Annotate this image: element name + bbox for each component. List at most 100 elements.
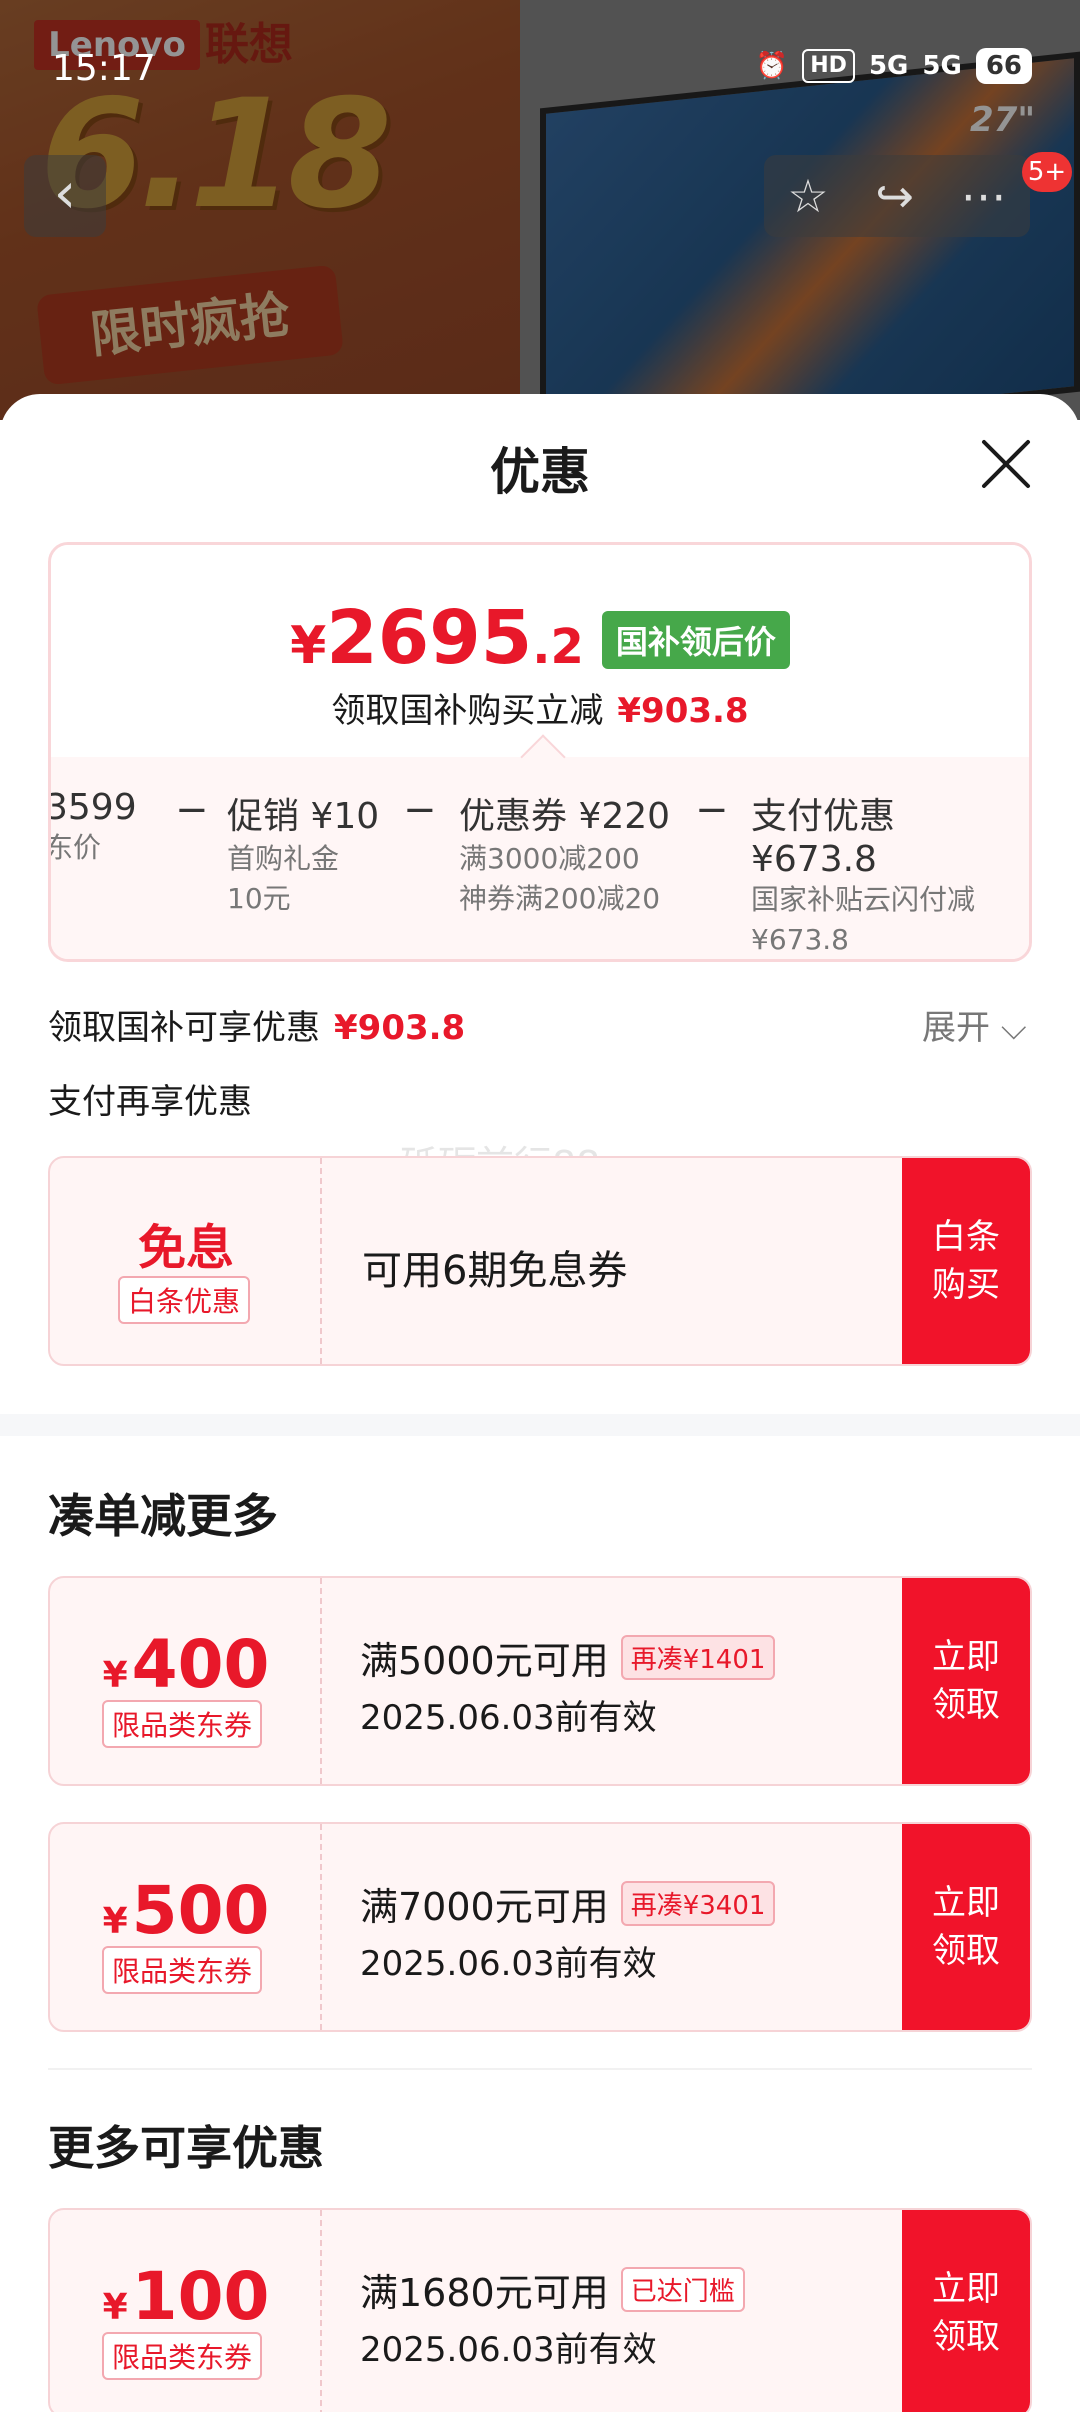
- breakdown-original: 3599 东价: [48, 787, 137, 868]
- condition-text: 满1680元可用: [360, 2271, 609, 2315]
- coupon-card: ¥ 400 限品类东券 满5000元可用 再凑¥1401 2025.06.03前…: [48, 1576, 1032, 1786]
- baitiao-buy-button[interactable]: 白条 购买: [902, 1158, 1030, 1364]
- gov-subsidy-row: 领取国补可享优惠 ¥903.8: [48, 1000, 465, 1049]
- message-badge: 5+: [1022, 152, 1072, 192]
- free-text: 可用6期免息券: [362, 1248, 628, 1294]
- breakdown-coupon: 优惠券 ¥220 满3000减200 神券满200减20: [459, 787, 670, 919]
- breakdown-promo: 促销 ¥10 首购礼金 10元: [227, 787, 379, 919]
- breakdown-main: 促销 ¥10: [227, 796, 380, 837]
- status-bar: 15:17 ⏰ HD 5G 5G 66: [0, 40, 1080, 100]
- gov-row-amount: ¥903.8: [334, 1008, 466, 1048]
- coupon-left: ¥ 500 限品类东券: [50, 1824, 322, 2030]
- coupon-tag: 限品类东券: [102, 1946, 263, 1994]
- threshold-reached-tag: 已达门槛: [620, 2267, 745, 2312]
- status-icons: ⏰ HD 5G 5G 66: [756, 48, 1032, 84]
- sheet-title: 优惠: [490, 443, 590, 501]
- expand-label: 展开: [922, 1008, 990, 1048]
- gov-row-label: 领取国补可享优惠: [48, 1008, 320, 1048]
- hd-icon: HD: [802, 49, 855, 83]
- battery-icon: 66: [975, 48, 1032, 84]
- breakdown-main: 优惠券 ¥220: [459, 796, 671, 837]
- coupon-condition: 满1680元可用 已达门槛: [360, 2262, 745, 2317]
- claim-button[interactable]: 立即 领取: [902, 2210, 1030, 2412]
- pay-row-label: 支付再享优惠: [48, 1082, 252, 1122]
- currency-symbol: ¥: [102, 1655, 128, 1696]
- coupon-card: ¥ 100 限品类东券 满1680元可用 已达门槛 2025.06.03前有效 …: [48, 2208, 1032, 2412]
- subtitle-amount: ¥903.8: [617, 691, 749, 731]
- breakdown-note: 神券满200减20: [459, 882, 661, 915]
- section-title-extra: 更多可享优惠: [48, 2121, 324, 2175]
- breakdown-main: 3599: [48, 787, 137, 828]
- subtitle-text: 领取国补购买立减: [331, 691, 604, 731]
- back-button[interactable]: ‹: [24, 155, 106, 237]
- close-icon[interactable]: [978, 436, 1034, 492]
- price-card: ¥ 2695 .2 国补领后价 领取国补购买立减 ¥903.8 3599 东价 −…: [48, 542, 1032, 962]
- breakdown-main: 支付优惠 ¥673.8: [751, 796, 896, 880]
- section-divider: [0, 1414, 1080, 1436]
- coupon-tag: 限品类东券: [102, 2332, 263, 2380]
- breakdown-note: ¥673.8: [751, 923, 849, 956]
- signal-icon: 5G: [868, 51, 909, 81]
- coupon-condition: 满7000元可用 再凑¥3401: [360, 1876, 776, 1931]
- button-label: 立即 领取: [932, 1883, 1000, 1971]
- currency-symbol: ¥: [102, 2287, 128, 2328]
- breakdown-note: 东价: [48, 831, 102, 864]
- button-label: 白条 购买: [932, 1217, 1000, 1305]
- section-title-more: 凑单减更多: [48, 1489, 278, 1543]
- coupon-validity: 2025.06.03前有效: [360, 2330, 657, 2370]
- price-breakdown: 3599 东价 − 促销 ¥10 首购礼金 10元 − 优惠券 ¥220 满30…: [48, 757, 1029, 959]
- coupon-validity: 2025.06.03前有效: [360, 1698, 657, 1738]
- status-time: 15:17: [52, 48, 156, 89]
- coupon-condition: 满5000元可用 再凑¥1401: [360, 1630, 776, 1685]
- breakdown-note: 满3000减200: [459, 842, 640, 875]
- price-subtitle: 领取国补购买立减 ¥903.8: [51, 683, 1029, 732]
- star-icon[interactable]: ☆: [787, 169, 828, 223]
- claim-button[interactable]: 立即 领取: [902, 1824, 1030, 2030]
- coupon-amount: ¥ 100: [50, 2258, 322, 2335]
- need-more-tag: 再凑¥3401: [620, 1881, 776, 1926]
- claim-button[interactable]: 立即 领取: [902, 1578, 1030, 1784]
- currency-symbol: ¥: [290, 616, 327, 676]
- need-more-tag: 再凑¥1401: [620, 1635, 776, 1680]
- coupon-tag: 白条优惠: [118, 1276, 251, 1324]
- price-decimal: .2: [532, 619, 584, 675]
- expand-button[interactable]: 展开 ⌵: [922, 1000, 1027, 1049]
- breakdown-note: 首购礼金: [227, 842, 340, 875]
- share-icon[interactable]: ↪: [875, 169, 914, 223]
- minus-sign: −: [175, 787, 209, 833]
- coupon-value: 400: [131, 1626, 270, 1703]
- breakdown-note: 10元: [227, 882, 291, 915]
- coupon-value: 500: [131, 1872, 270, 1949]
- chevron-down-icon: ⌵: [1000, 1008, 1027, 1048]
- coupon-left: ¥ 400 限品类东券: [50, 1578, 322, 1784]
- currency-symbol: ¥: [102, 1901, 128, 1942]
- coupon-amount: ¥ 400: [50, 1626, 322, 1703]
- minus-sign: −: [695, 787, 729, 833]
- breakdown-note: 国家补贴云闪付减: [751, 883, 976, 916]
- coupon-tag: 限品类东券: [102, 1700, 263, 1748]
- coupon-card: ¥ 500 限品类东券 满7000元可用 再凑¥3401 2025.06.03前…: [48, 1822, 1032, 2032]
- discount-sheet: 优惠 ¥ 2695 .2 国补领后价 领取国补购买立减 ¥903.8 3599 东…: [0, 394, 1080, 2412]
- final-price: ¥ 2695 .2: [290, 595, 584, 681]
- top-actions: ☆ ↪ ⋯: [764, 155, 1030, 237]
- button-label: 立即 领取: [932, 1637, 1000, 1725]
- interest-free-coupon: 免息 白条优惠 可用6期免息券 白条 购买: [48, 1156, 1032, 1366]
- button-label: 立即 领取: [932, 2269, 1000, 2357]
- final-price-row: ¥ 2695 .2 国补领后价: [51, 595, 1029, 681]
- minus-sign: −: [403, 787, 437, 833]
- coupon-left: 免息 白条优惠: [50, 1158, 322, 1364]
- coupon-value: 100: [131, 2258, 270, 2335]
- coupon-amount: ¥ 500: [50, 1872, 322, 1949]
- price-integer: 2695: [326, 595, 533, 681]
- gov-subsidy-badge: 国补领后价: [601, 611, 790, 669]
- price-header: ¥ 2695 .2 国补领后价 领取国补购买立减 ¥903.8: [51, 545, 1029, 757]
- signal-icon-2: 5G: [922, 51, 962, 81]
- alarm-icon: ⏰: [755, 51, 789, 81]
- breakdown-payment: 支付优惠 ¥673.8 国家补贴云闪付减 ¥673.8: [751, 787, 1029, 959]
- section-separator: [48, 2068, 1032, 2070]
- more-icon[interactable]: ⋯: [961, 169, 1007, 223]
- coupon-validity: 2025.06.03前有效: [360, 1944, 657, 1984]
- condition-text: 满7000元可用: [360, 1885, 609, 1929]
- coupon-left: ¥ 100 限品类东券: [50, 2210, 322, 2412]
- condition-text: 满5000元可用: [360, 1639, 609, 1683]
